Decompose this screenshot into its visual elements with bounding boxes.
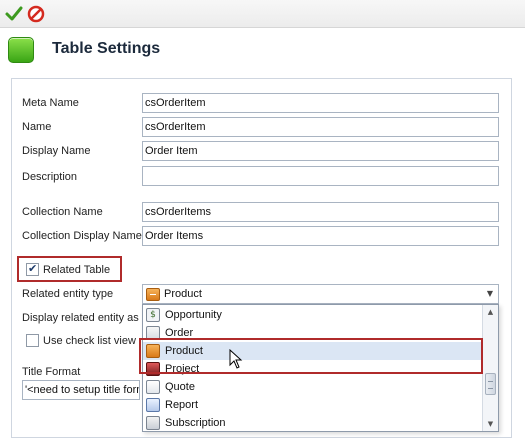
product-icon — [146, 288, 160, 301]
name-field[interactable]: csOrderItem — [142, 117, 499, 137]
display-related-entity-label: Display related entity as — [22, 312, 139, 324]
chevron-down-icon[interactable]: ▼ — [482, 285, 498, 303]
title-format-label: Title Format — [22, 366, 81, 378]
dropdown-item-quote[interactable]: Quote — [143, 378, 483, 396]
quote-icon — [146, 380, 160, 394]
dropdown-item-product[interactable]: Product — [143, 342, 483, 360]
dropdown-item-label: Quote — [165, 381, 195, 393]
display-name-field[interactable]: Order Item — [142, 141, 499, 161]
dropdown-item-label: Product — [165, 345, 203, 357]
order-icon — [146, 326, 160, 340]
related-entity-type-select[interactable]: Product ▼ — [142, 284, 499, 304]
green-square-icon — [8, 37, 34, 63]
description-label: Description — [22, 171, 78, 183]
dropdown-item-label: Order — [165, 327, 194, 339]
title-format-field[interactable]: '<need to setup title form — [22, 380, 140, 400]
page-title: Table Settings — [52, 40, 161, 57]
display-name-label: Display Name — [22, 145, 91, 157]
description-field[interactable] — [142, 166, 499, 186]
dropdown-item-report[interactable]: Report — [143, 396, 483, 414]
related-entity-type-value: Product — [164, 288, 202, 300]
dropdown-item-order[interactable]: Order — [143, 324, 483, 342]
toolbar — [0, 0, 525, 28]
dropdown-item-label: Subscription — [165, 417, 226, 429]
dropdown-item-label: Report — [165, 399, 199, 411]
dropdown-scrollbar[interactable]: ▲ ▼ — [482, 305, 498, 431]
meta-name-field[interactable]: csOrderItem — [142, 93, 499, 113]
collection-name-field[interactable]: csOrderItems — [142, 202, 499, 222]
scroll-up-icon[interactable]: ▲ — [483, 305, 498, 319]
related-table-label[interactable]: Related Table — [43, 264, 110, 276]
report-icon — [146, 398, 160, 412]
meta-name-label: Meta Name — [22, 97, 79, 109]
use-check-list-view-checkbox[interactable] — [26, 334, 39, 347]
dropdown-item-label: Opportunity — [165, 309, 222, 321]
collection-display-name-field[interactable]: Order Items — [142, 226, 499, 246]
dropdown-item-project[interactable]: Project — [143, 360, 483, 378]
collection-name-label: Collection Name — [22, 206, 103, 218]
cancel-icon[interactable] — [26, 4, 46, 24]
subscription-icon — [146, 416, 160, 430]
product-icon — [146, 344, 160, 358]
check-icon[interactable] — [4, 4, 24, 24]
project-icon — [146, 362, 160, 376]
collection-display-name-label: Collection Display Name — [22, 230, 142, 242]
use-check-list-view-label[interactable]: Use check list view — [43, 335, 136, 347]
header: Table Settings — [0, 28, 525, 72]
scroll-thumb[interactable] — [485, 373, 496, 395]
entity-type-dropdown: $ Opportunity Order Product Project Quot… — [142, 304, 499, 432]
related-entity-type-label: Related entity type — [22, 288, 114, 300]
opportunity-icon: $ — [146, 308, 160, 322]
dropdown-item-subscription[interactable]: Subscription — [143, 414, 483, 432]
scroll-down-icon[interactable]: ▼ — [483, 417, 498, 431]
related-table-checkbox[interactable] — [26, 262, 39, 276]
dropdown-item-label: Project — [165, 363, 200, 375]
name-label: Name — [22, 121, 52, 133]
dropdown-item-opportunity[interactable]: $ Opportunity — [143, 306, 483, 324]
